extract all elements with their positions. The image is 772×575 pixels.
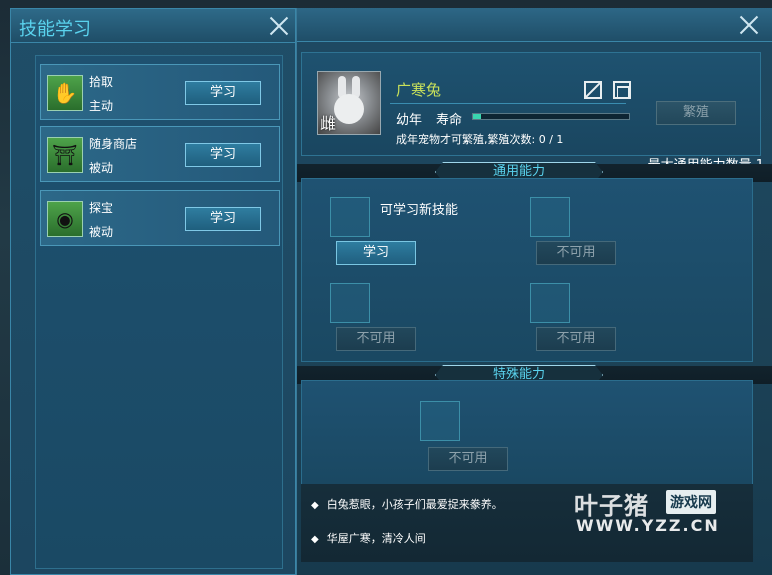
diamond-bullet-icon: ◆ (311, 534, 319, 545)
paw-grab-icon: ✋ (47, 75, 83, 111)
pet-window-close-icon[interactable] (737, 13, 761, 37)
pet-actions (584, 81, 637, 103)
description-text-2: 华屋广寒，清冷人间 (326, 532, 426, 545)
special-slot-1[interactable] (420, 401, 460, 441)
skill-row-portable-shop[interactable]: ⛩ 随身商店 被动 学习 (40, 126, 280, 182)
description-line-2: ◆ 华屋广寒，清冷人间 (311, 530, 426, 546)
general-slot-4-button[interactable]: 不可用 (536, 327, 616, 351)
pagoda-icon: ⛩ (47, 137, 83, 173)
pet-life-bar-fill (473, 114, 481, 119)
diamond-bullet-icon: ◆ (311, 500, 319, 511)
pet-gender: 雌 (320, 114, 337, 133)
signal-radar-icon: ◉ (47, 201, 83, 237)
skill-row-treasure-hunt[interactable]: ◉ 探宝 被动 学习 (40, 190, 280, 246)
general-slot-3-button[interactable]: 不可用 (336, 327, 416, 351)
pet-name: 广寒兔 (396, 81, 442, 99)
watermark-tag: 游戏网 (666, 490, 716, 514)
skill-learning-window: 技能学习 ✋ 拾取 主动 学习 ⛩ 随身商店 被动 学习 ◉ 探宝 被动 学习 (10, 8, 296, 575)
pet-life-label: 寿命 (436, 113, 463, 128)
general-ability-section: 可学习新技能 学习 不可用 不可用 不可用 (301, 178, 753, 362)
general-slot-3[interactable] (330, 283, 370, 323)
pet-life-bar (472, 113, 630, 120)
pet-age: 幼年 (396, 113, 423, 128)
rename-icon[interactable] (584, 81, 602, 99)
learn-button[interactable]: 学习 (185, 81, 261, 105)
learn-button[interactable]: 学习 (185, 207, 261, 231)
pet-divider (390, 103, 626, 104)
skill-type: 被动 (89, 161, 114, 175)
special-slot-1-button[interactable]: 不可用 (428, 447, 508, 471)
skill-type: 主动 (89, 99, 114, 113)
window-title: 技能学习 (19, 19, 91, 40)
pet-portrait: 雌 (317, 71, 381, 135)
skill-type: 被动 (89, 225, 114, 239)
general-slot-2-button[interactable]: 不可用 (536, 241, 616, 265)
release-trash-icon[interactable] (613, 81, 632, 99)
learn-button[interactable]: 学习 (185, 143, 261, 167)
skill-window-close-icon[interactable] (267, 14, 291, 38)
description-line-1: ◆ 白兔惹眼，小孩子们最爱捉来豢养。 (311, 496, 503, 512)
learnable-skill-label: 可学习新技能 (380, 203, 459, 218)
breed-button[interactable]: 繁殖 (656, 101, 736, 125)
description-text-1: 白兔惹眼，小孩子们最爱捉来豢养。 (326, 498, 503, 511)
skill-row-pickup[interactable]: ✋ 拾取 主动 学习 (40, 64, 280, 120)
pet-breed-note: 成年宠物才可繁殖,繁殖次数: 0 / 1 (396, 133, 564, 146)
skill-list: ✋ 拾取 主动 学习 ⛩ 随身商店 被动 学习 ◉ 探宝 被动 学习 (35, 55, 283, 569)
general-slot-4[interactable] (530, 283, 570, 323)
pet-window-titlebar (297, 8, 772, 42)
pet-info-card: 雌 广寒兔 幼年 寿命 成年宠物才可繁殖,繁殖次数: 0 / 1 繁殖 (301, 52, 761, 156)
skill-name: 探宝 (89, 201, 114, 215)
skill-name: 随身商店 (89, 137, 138, 151)
special-ability-section: 不可用 (301, 380, 753, 484)
general-slot-1-learn-button[interactable]: 学习 (336, 241, 416, 265)
general-slot-1[interactable] (330, 197, 370, 237)
skill-window-titlebar: 技能学习 (11, 9, 295, 43)
watermark-url: WWW.YZZ.CN (576, 516, 720, 535)
general-slot-2[interactable] (530, 197, 570, 237)
skill-name: 拾取 (89, 75, 114, 89)
rabbit-head (334, 94, 364, 124)
